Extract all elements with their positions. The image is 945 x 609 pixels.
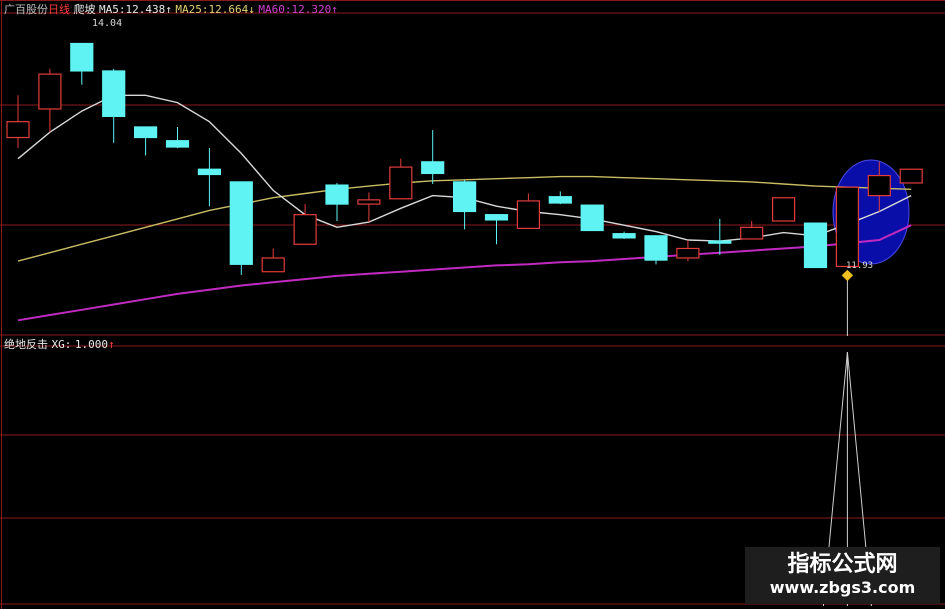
candle-0 <box>6 95 30 149</box>
low-price-marker: 11.93 <box>846 261 874 271</box>
candle-body-7 <box>229 181 253 265</box>
ma25-arrow: ↓ <box>248 3 255 16</box>
ma60-label: MA60: <box>258 3 292 16</box>
watermark-title: 指标公式网 <box>787 552 898 577</box>
candle-body-23 <box>740 226 764 240</box>
candle-9 <box>293 204 317 245</box>
candle-7 <box>229 181 253 275</box>
candle-body-27 <box>867 174 891 197</box>
candle-body-19 <box>612 233 636 239</box>
candle-body-22 <box>708 240 732 244</box>
indicator-name[interactable]: 爬坡 <box>74 3 96 16</box>
high-price-marker: 14.04 <box>92 18 123 29</box>
candle-16 <box>516 193 541 229</box>
candle-24 <box>771 197 796 222</box>
candle-17 <box>548 191 572 205</box>
candle-18 <box>580 204 604 232</box>
candle-body-25 <box>803 222 828 269</box>
candle-12 <box>389 158 413 200</box>
candle-13 <box>421 130 445 185</box>
ma25-label: MA25: <box>175 3 209 16</box>
ma25-value: 12.664 <box>208 3 249 16</box>
candle-2 <box>70 42 94 85</box>
candle-body-20 <box>644 235 668 261</box>
candle-body-6 <box>197 168 221 176</box>
candle-28 <box>899 168 923 184</box>
candle-19 <box>612 231 636 239</box>
candle-body-15 <box>484 214 509 221</box>
xg-value: 1.000 <box>74 338 108 351</box>
candle-1 <box>38 68 62 133</box>
candle-4 <box>134 126 158 156</box>
candle-body-5 <box>165 140 190 148</box>
candle-25 <box>803 222 828 269</box>
candle-body-3 <box>102 70 126 117</box>
candle-body-24 <box>771 197 796 222</box>
chart-canvas[interactable] <box>0 0 945 609</box>
candle-body-28 <box>899 168 923 184</box>
indicator-panel-name[interactable]: 绝地反击 <box>4 338 48 351</box>
candle-body-12 <box>389 166 413 200</box>
candle-body-0 <box>6 121 30 139</box>
candle-body-21 <box>676 247 700 259</box>
candle-body-17 <box>548 196 572 204</box>
candle-26 <box>835 186 860 268</box>
indicator-panel-header: 绝地反击 XG: 1.000↑ <box>4 338 115 351</box>
ma60-line <box>17 224 912 322</box>
candle-body-18 <box>580 204 604 232</box>
ma5-arrow: ↑ <box>165 3 172 16</box>
candle-11 <box>357 192 381 223</box>
candle-body-8 <box>261 257 285 273</box>
candle-body-9 <box>293 214 317 245</box>
candle-3 <box>102 68 126 143</box>
candle-15 <box>484 214 509 245</box>
candle-body-2 <box>70 42 94 72</box>
candle-8 <box>261 248 285 273</box>
candle-body-13 <box>421 161 445 175</box>
candle-body-16 <box>516 200 541 229</box>
candle-10 <box>325 182 349 221</box>
candle-20 <box>644 235 668 265</box>
candlestick-series[interactable] <box>6 42 923 275</box>
candle-body-4 <box>134 126 158 139</box>
xg-arrow: ↑ <box>108 338 115 351</box>
stock-name[interactable]: 广百股份 <box>4 3 48 16</box>
watermark-url: www.zbgs3.com <box>769 578 916 597</box>
period-label[interactable]: 日线 <box>48 3 70 16</box>
candle-23 <box>740 220 764 240</box>
candle-body-11 <box>357 199 381 205</box>
candle-14 <box>453 179 477 230</box>
candle-6 <box>197 148 221 207</box>
candle-body-26 <box>835 186 860 268</box>
candle-5 <box>165 126 190 149</box>
candle-21 <box>676 240 700 262</box>
candle-22 <box>708 218 732 255</box>
watermark-logo: 指标公式网 www.zbgs3.com <box>745 547 940 604</box>
grid-lines <box>0 0 945 609</box>
candle-body-14 <box>453 181 477 213</box>
ma60-arrow: ↑ <box>331 3 338 16</box>
main-chart-header: 广百股份日线 爬坡 MA5:12.438↑ MA25:12.664↓ MA60:… <box>4 3 338 16</box>
ma60-value: 12.320 <box>291 3 332 16</box>
candle-body-10 <box>325 184 349 205</box>
ma5-value: 12.438 <box>125 3 166 16</box>
candle-body-1 <box>38 73 62 110</box>
xg-label: XG: <box>51 338 72 351</box>
ma5-label: MA5: <box>99 3 126 16</box>
